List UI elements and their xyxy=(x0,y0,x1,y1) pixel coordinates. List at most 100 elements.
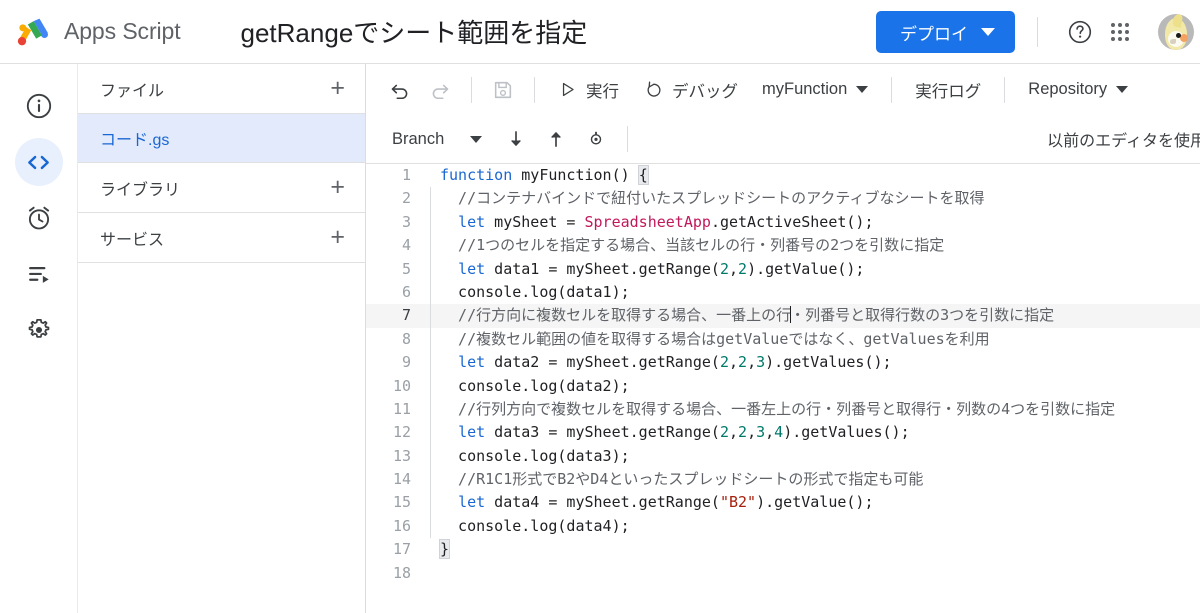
code-line[interactable]: 5 let data1 = mySheet.getRange(2,2).getV… xyxy=(366,257,1200,282)
apps-script-logo-wrap[interactable] xyxy=(0,17,64,47)
code-line[interactable]: 15 let data4 = mySheet.getRange("B2").ge… xyxy=(366,491,1200,516)
code-token: mySheet = xyxy=(485,212,585,231)
branch-label: Branch xyxy=(392,129,445,148)
brand-name: Apps Script xyxy=(64,18,181,44)
code-token: ・列番号と取得行数の3つを引数に指定 xyxy=(790,306,1055,325)
deploy-button[interactable]: デプロイ xyxy=(876,11,1015,53)
line-number: 3 xyxy=(401,212,411,231)
code-token: //複数セル範囲の値を取得する場合はgetValueではなく、getValues… xyxy=(440,329,990,348)
debug-button[interactable]: デバッグ xyxy=(631,70,750,110)
sidebar-item-settings[interactable] xyxy=(15,306,63,354)
repository-label: Repository xyxy=(1028,80,1108,98)
code-token: , xyxy=(765,423,775,442)
code-line[interactable]: 9 let data2 = mySheet.getRange(2,2,3).ge… xyxy=(366,351,1200,375)
editor-pane: 実行 デバッグ myFunction 実行ログ Repository Branc… xyxy=(366,64,1200,613)
indent-guide xyxy=(424,210,440,235)
code-token: let xyxy=(458,423,486,442)
divider xyxy=(891,76,893,103)
plus-icon[interactable]: + xyxy=(330,225,345,250)
code-line[interactable]: 17} xyxy=(366,538,1200,561)
code-token: //1つのセルを指定する場合、当該セルの行・列番号の2つを引数に指定 xyxy=(440,236,945,255)
code-token: data3 = mySheet.getRange( xyxy=(485,423,720,442)
code-line[interactable]: 11 //行列方向で複数セルを取得する場合、一番左上の行・列番号と取得行・列数の… xyxy=(366,397,1200,422)
run-button[interactable]: 実行 xyxy=(546,70,631,110)
help-button[interactable] xyxy=(1060,12,1100,52)
code-line[interactable]: 2 //コンテナバインドで紐付いたスプレッドシートのアクティブなシートを取得 xyxy=(366,187,1200,212)
code-line[interactable]: 13 console.log(data3); xyxy=(366,444,1200,469)
code-line[interactable]: 18 xyxy=(366,562,1200,585)
branch-select[interactable] xyxy=(456,119,496,159)
legacy-editor-link[interactable]: 以前のエディタを使用 xyxy=(1047,127,1200,151)
code-line[interactable]: 14 //R1C1形式でB2やD4といったスプレッドシートの形式で指定も可能 xyxy=(366,468,1200,492)
editor-toolbar: 実行 デバッグ myFunction 実行ログ Repository xyxy=(366,64,1200,115)
code-line[interactable]: 3 let mySheet = SpreadsheetApp.getActive… xyxy=(366,210,1200,235)
line-number: 7 xyxy=(401,306,411,325)
indent-guide xyxy=(424,444,440,469)
top-bar: Apps Script getRangeでシート範囲を指定 デプロイ xyxy=(0,0,1200,64)
indent-guide xyxy=(424,304,440,329)
plus-icon[interactable]: + xyxy=(330,76,345,101)
indent-guide xyxy=(424,538,440,561)
sidebar-item-executions[interactable] xyxy=(15,250,63,298)
avatar-image-detail xyxy=(1180,34,1188,42)
executions-list-icon xyxy=(28,267,49,283)
sidebar-item-triggers[interactable] xyxy=(15,194,63,242)
chevron-down-icon xyxy=(470,135,483,143)
line-number: 12 xyxy=(392,423,411,442)
sync-gear-icon xyxy=(591,131,602,145)
indent-guide xyxy=(424,187,440,212)
code-token: , xyxy=(729,353,739,372)
code-line[interactable]: 10 console.log(data2); xyxy=(366,374,1200,399)
code-token: console.log(data4); xyxy=(440,516,630,535)
sync-settings-button[interactable] xyxy=(576,119,616,159)
indent-guide xyxy=(424,351,440,375)
repository-select[interactable]: Repository xyxy=(1016,70,1140,110)
file-item-code-gs[interactable]: コード.gs xyxy=(78,114,365,163)
line-number: 11 xyxy=(392,399,411,418)
code-text: console.log(data1); xyxy=(440,281,630,304)
code-line[interactable]: 8 //複数セル範囲の値を取得する場合はgetValueではなく、getValu… xyxy=(366,327,1200,352)
push-button[interactable] xyxy=(536,119,576,159)
chevron-down-icon xyxy=(856,86,869,93)
code-token: ).getValue(); xyxy=(747,259,865,278)
indent-guide xyxy=(424,468,440,492)
redo-button[interactable] xyxy=(420,70,460,110)
pull-button[interactable] xyxy=(496,119,536,159)
code-line[interactable]: 12 let data3 = mySheet.getRange(2,2,3,4)… xyxy=(366,421,1200,446)
undo-button[interactable] xyxy=(380,70,420,110)
sidebar-item-overview[interactable] xyxy=(15,82,63,130)
indent-guide xyxy=(424,374,440,399)
function-select[interactable]: myFunction xyxy=(750,70,880,110)
code-line[interactable]: 16 console.log(data4); xyxy=(366,514,1200,539)
google-apps-button[interactable] xyxy=(1100,12,1140,52)
code-line[interactable]: 4 //1つのセルを指定する場合、当該セルの行・列番号の2つを引数に指定 xyxy=(366,234,1200,258)
deploy-button-label: デプロイ xyxy=(900,24,968,44)
indent-guide xyxy=(424,234,440,258)
code-token: 2 xyxy=(719,353,729,372)
avatar-image-detail xyxy=(1176,33,1181,38)
code-token: let xyxy=(458,212,486,231)
code-text: console.log(data3); xyxy=(440,445,630,468)
code-lines: 1 function myFunction() {2 //コンテナバインドで紐付い… xyxy=(366,164,1200,613)
code-text: let data1 = mySheet.getRange(2,2).getVal… xyxy=(440,258,864,281)
sidebar-item-editor[interactable] xyxy=(14,138,63,186)
code-line[interactable]: 7 //行方向に複数セルを取得する場合、一番上の行・列番号と取得行数の3つを引数… xyxy=(366,304,1200,329)
document-title[interactable]: getRangeでシート範囲を指定 xyxy=(241,13,588,50)
code-line[interactable]: 6 console.log(data1); xyxy=(366,280,1200,305)
code-token: , xyxy=(729,423,739,442)
divider xyxy=(627,126,629,152)
execution-log-button[interactable]: 実行ログ xyxy=(903,70,993,110)
code-line[interactable]: 1 function myFunction() { xyxy=(366,164,1200,187)
save-button[interactable] xyxy=(483,70,523,110)
line-number: 13 xyxy=(392,446,411,465)
code-editor[interactable]: 1 function myFunction() {2 //コンテナバインドで紐付い… xyxy=(366,164,1200,613)
indent-guide xyxy=(424,514,440,539)
code-token: data1 = mySheet.getRange( xyxy=(485,259,720,278)
arrow-up-icon xyxy=(551,132,562,147)
plus-icon[interactable]: + xyxy=(330,175,345,200)
help-circle-icon xyxy=(1068,20,1092,44)
avatar[interactable] xyxy=(1158,14,1194,50)
code-text: console.log(data2); xyxy=(440,375,630,398)
